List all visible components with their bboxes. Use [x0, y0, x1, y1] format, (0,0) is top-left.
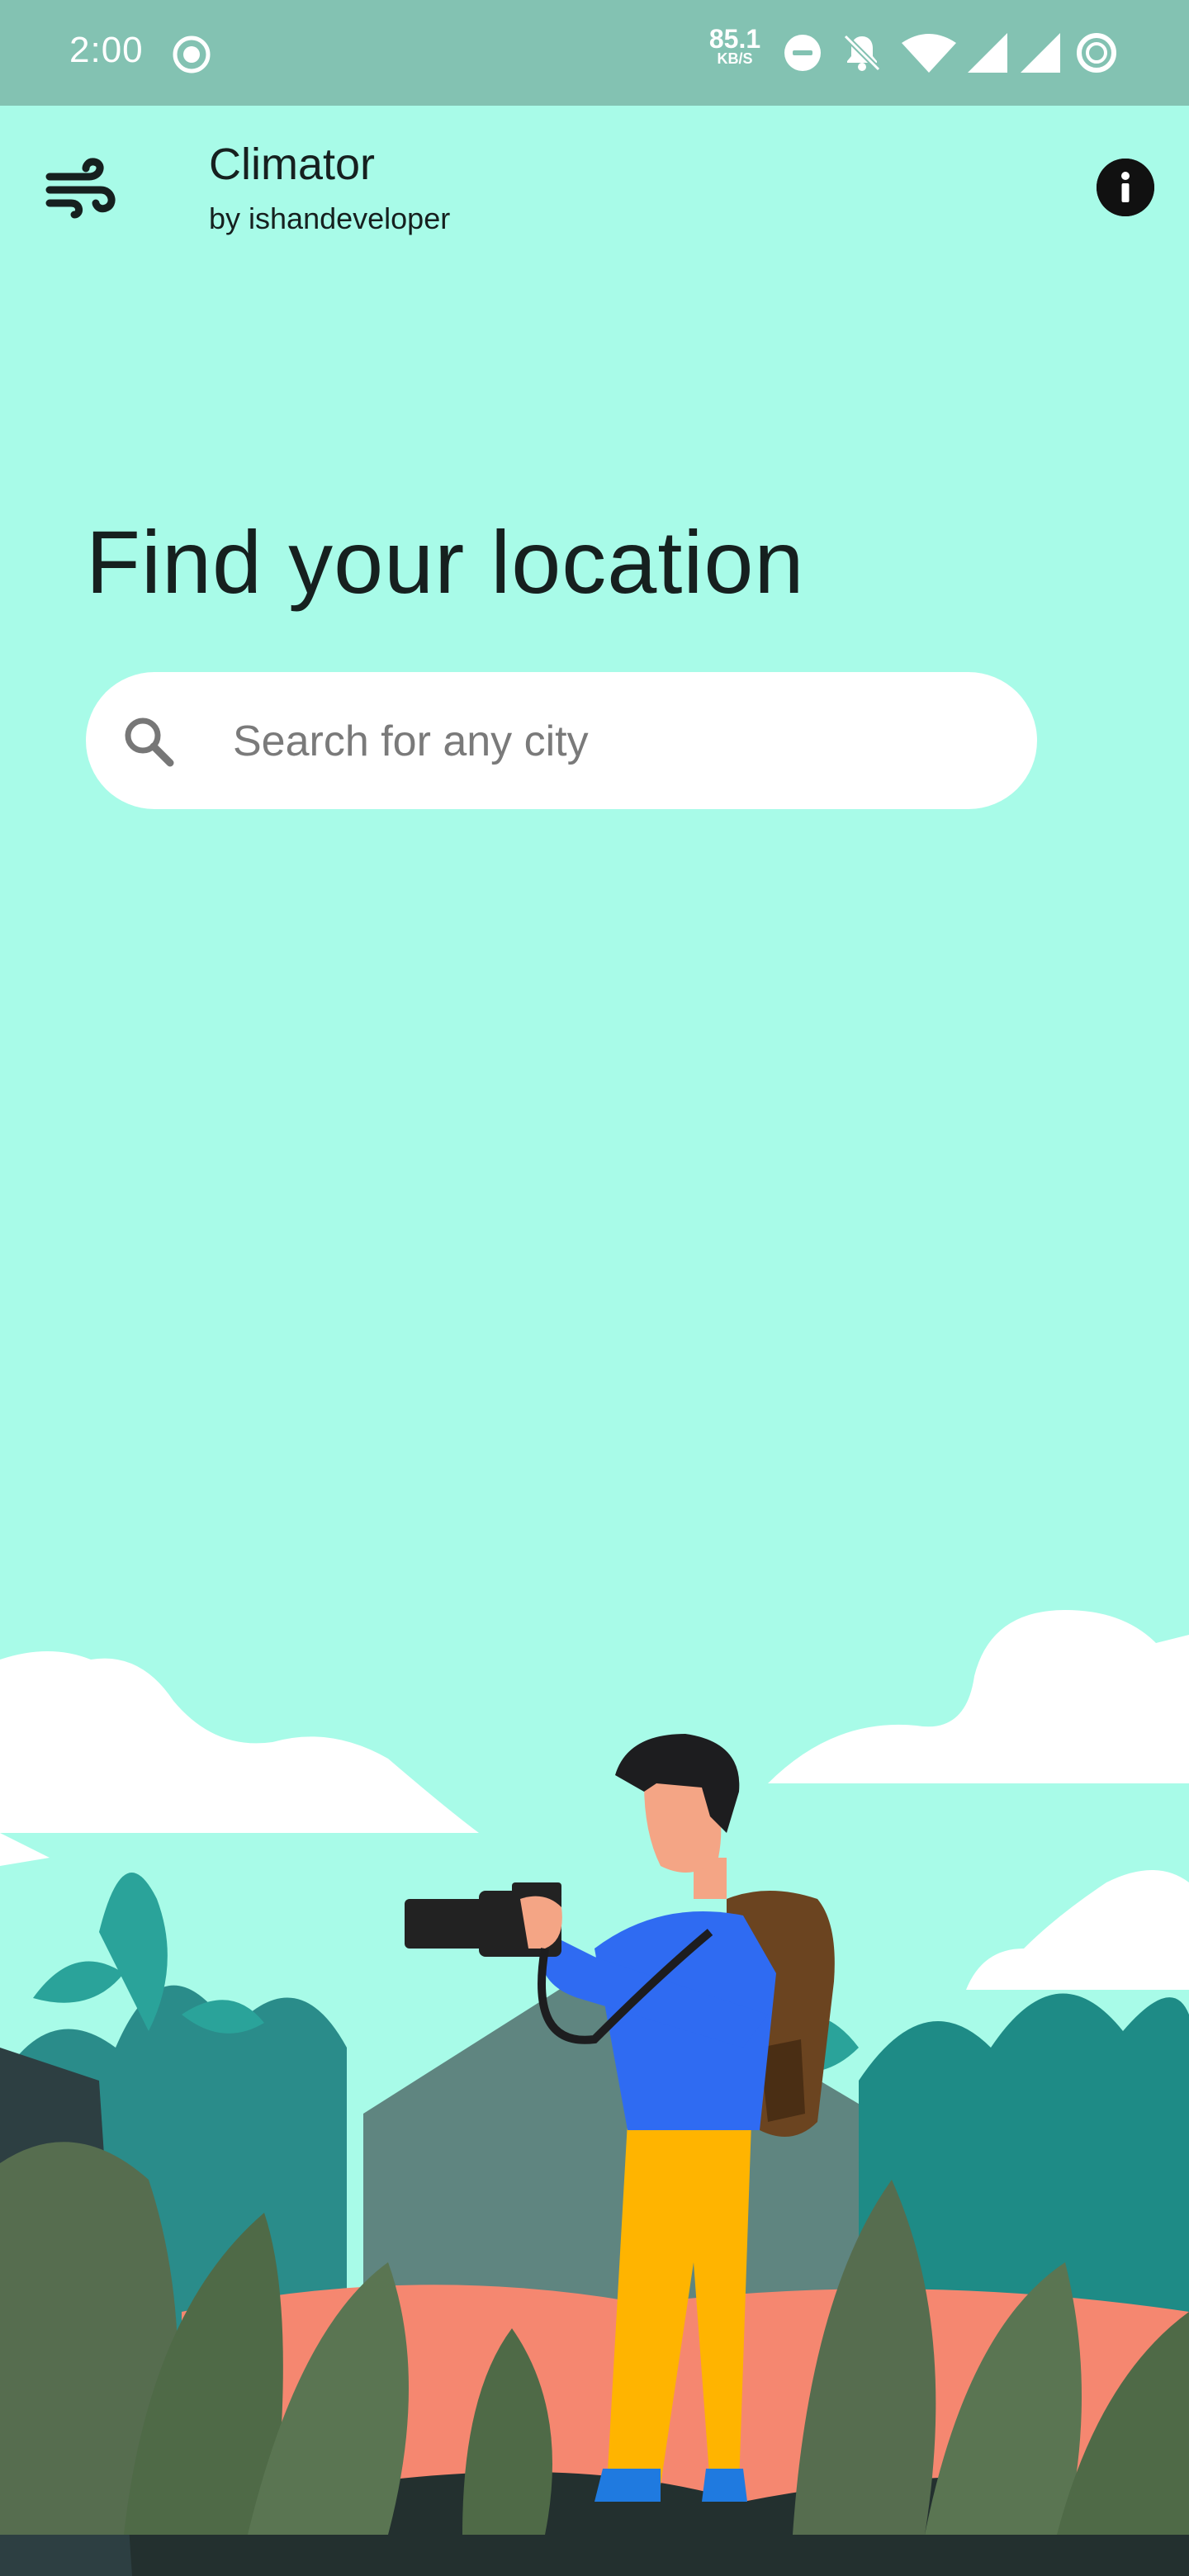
signal-icon	[1021, 33, 1060, 73]
page-heading: Find your location	[86, 512, 805, 612]
network-speed: 85.1 KB/S	[708, 26, 761, 66]
do-not-disturb-icon	[784, 35, 821, 71]
record-dot-icon	[173, 36, 211, 73]
bell-muted-icon	[843, 34, 881, 72]
status-bar: 2:00 85.1 KB/S	[0, 0, 1189, 106]
foliage-shape	[99, 1873, 168, 2031]
photographer-landscape-illustration	[0, 1610, 1189, 2576]
wifi-icon	[902, 34, 956, 73]
wind-icon	[45, 158, 116, 219]
search-bar[interactable]	[86, 672, 1037, 809]
status-time: 2:00	[69, 30, 144, 70]
foliage-shape	[33, 1961, 124, 2003]
info-button[interactable]	[1097, 159, 1154, 216]
search-input[interactable]	[231, 705, 978, 778]
network-speed-value: 85.1	[708, 24, 761, 54]
cloud-shape	[966, 1870, 1189, 1990]
battery-saver-ring-icon	[1077, 33, 1116, 73]
app-title: Climator	[209, 140, 376, 189]
cloud-shape	[768, 1610, 1189, 1783]
search-icon	[125, 717, 174, 767]
signal-icon	[968, 33, 1007, 73]
cloud-shape	[0, 1651, 479, 1866]
app-subtitle: by ishandeveloper	[209, 201, 451, 235]
info-icon	[1097, 159, 1154, 216]
